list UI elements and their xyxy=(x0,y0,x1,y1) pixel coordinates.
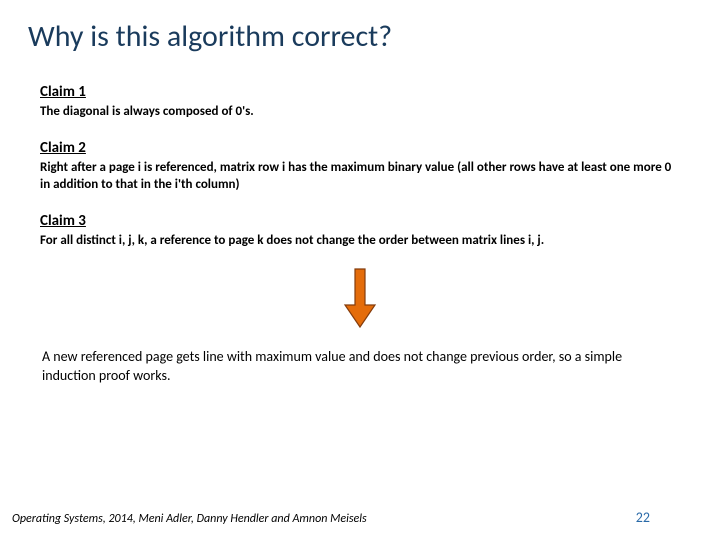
claim-2-body: Right after a page i is referenced, matr… xyxy=(40,159,680,194)
slide-content: Claim 1 The diagonal is always composed … xyxy=(0,55,720,386)
down-arrow-icon xyxy=(341,267,379,329)
claim-3-head: Claim 3 xyxy=(40,212,680,230)
summary-text: A new referenced page gets line with max… xyxy=(40,348,680,386)
claim-3-body: For all distinct i, j, k, a reference to… xyxy=(40,232,680,250)
page-number: 22 xyxy=(636,509,708,526)
arrow-container xyxy=(40,267,680,334)
arrow-path xyxy=(345,269,375,327)
slide-title: Why is this algorithm correct? xyxy=(0,0,720,55)
footer: Operating Systems, 2014, Meni Adler, Dan… xyxy=(12,509,708,526)
claim-1-body: The diagonal is always composed of 0's. xyxy=(40,103,680,121)
claim-1-head: Claim 1 xyxy=(40,83,680,101)
claim-2-head: Claim 2 xyxy=(40,139,680,157)
footer-credits: Operating Systems, 2014, Meni Adler, Dan… xyxy=(12,512,367,526)
